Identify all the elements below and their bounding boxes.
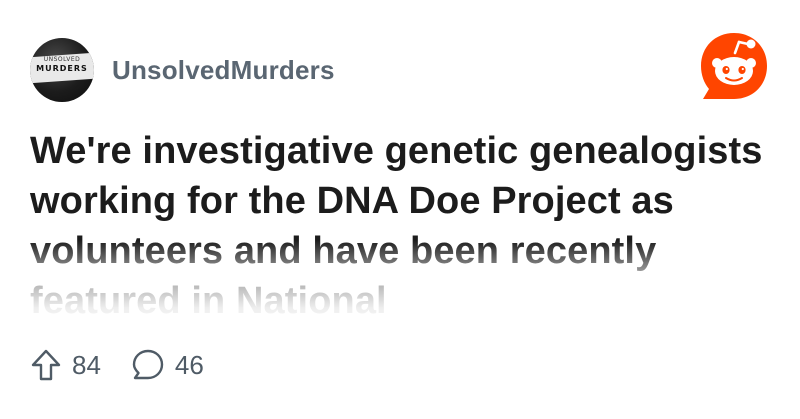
- comments-button[interactable]: 46: [131, 348, 204, 382]
- upvote-arrow-icon: [31, 349, 61, 381]
- comment-count: 46: [174, 349, 204, 380]
- subreddit-name[interactable]: UnsolvedMurders: [112, 55, 335, 86]
- post-preview-card[interactable]: UNSOLVED MURDERS UnsolvedMurders We're i…: [0, 0, 800, 419]
- comment-bubble-icon: [132, 349, 164, 380]
- post-title[interactable]: We're investigative genetic genealogists…: [30, 126, 775, 326]
- reddit-logo-icon: [701, 33, 767, 99]
- avatar-text-top: UNSOLVED: [43, 56, 81, 63]
- upvote-button[interactable]: 84: [30, 348, 101, 382]
- post-header: UNSOLVED MURDERS UnsolvedMurders: [30, 38, 335, 102]
- subreddit-avatar[interactable]: UNSOLVED MURDERS: [30, 38, 94, 102]
- avatar-text-main: MURDERS: [36, 64, 88, 73]
- upvote-count: 84: [72, 349, 101, 380]
- post-footer: 84 46: [30, 345, 204, 385]
